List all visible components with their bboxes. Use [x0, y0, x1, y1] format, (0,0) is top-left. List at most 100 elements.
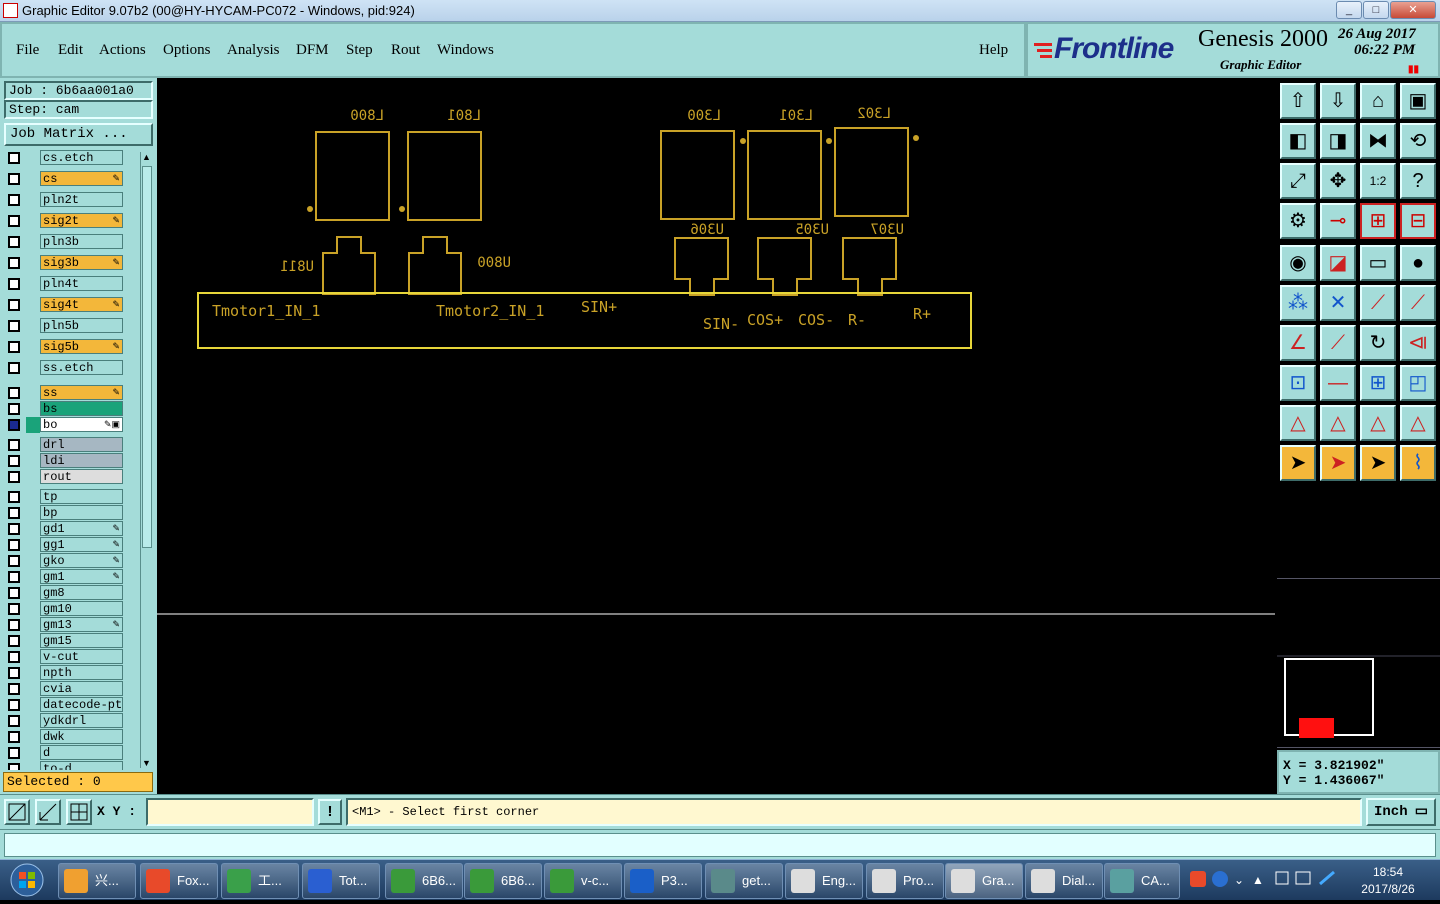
- help-tool-button[interactable]: ?: [1400, 163, 1436, 199]
- menu-analysis[interactable]: Analysis: [227, 42, 280, 59]
- layer-name[interactable]: cvia: [40, 681, 123, 696]
- layer-name[interactable]: npth: [40, 665, 123, 680]
- taskbar-item[interactable]: 6B6...: [464, 863, 542, 899]
- menu-options[interactable]: Options: [163, 42, 211, 59]
- unit-select[interactable]: Inch ▭: [1366, 798, 1436, 826]
- layer-checkbox[interactable]: [8, 619, 20, 631]
- layer-checkbox[interactable]: [8, 683, 20, 695]
- layer-row[interactable]: datecode-pt: [4, 697, 139, 713]
- taskbar-item[interactable]: Dial...: [1025, 863, 1103, 899]
- layer-checkbox[interactable]: [8, 299, 20, 311]
- split-tool-button[interactable]: ⧏: [1400, 325, 1436, 361]
- layer-name[interactable]: bo ✎▣: [40, 417, 123, 432]
- xy-input[interactable]: [146, 798, 314, 826]
- taskbar-item[interactable]: Tot...: [302, 863, 380, 899]
- layer-name[interactable]: pln5b: [40, 318, 123, 333]
- layer-checkbox[interactable]: [8, 763, 20, 770]
- layer-checkbox[interactable]: [8, 715, 20, 727]
- menu-step[interactable]: Step: [346, 42, 373, 59]
- layer-row[interactable]: bo ✎▣: [4, 417, 139, 433]
- layer-checkbox[interactable]: [8, 539, 20, 551]
- layer-row[interactable]: pln3b: [4, 234, 139, 250]
- menu-rout[interactable]: Rout: [391, 42, 420, 59]
- menu-help[interactable]: Help: [979, 42, 1008, 59]
- layer-row[interactable]: cs.etch: [4, 150, 139, 166]
- triangle-filled-tool-button[interactable]: △: [1320, 405, 1356, 441]
- layer-checkbox[interactable]: [8, 320, 20, 332]
- job-matrix-button[interactable]: Job Matrix ...: [4, 123, 153, 146]
- layer-checkbox[interactable]: [8, 555, 20, 567]
- layer-row[interactable]: gm15: [4, 633, 139, 649]
- layer-row[interactable]: v-cut: [4, 649, 139, 665]
- zoom-fit-button[interactable]: [4, 799, 30, 825]
- layer-name[interactable]: sig4t ✎: [40, 297, 123, 312]
- snap-right-tool-button[interactable]: ◨: [1320, 123, 1356, 159]
- group-tool-button[interactable]: ◰: [1400, 365, 1436, 401]
- clock[interactable]: 18:54 2017/8/26: [1352, 864, 1424, 898]
- layer-checkbox[interactable]: [8, 471, 20, 483]
- layer-name[interactable]: drl: [40, 437, 123, 452]
- snap-left-tool-button[interactable]: ◧: [1280, 123, 1316, 159]
- layer-row[interactable]: cvia: [4, 681, 139, 697]
- layer-name[interactable]: cs ✎: [40, 171, 123, 186]
- layer-checkbox[interactable]: [8, 699, 20, 711]
- taskbar-item[interactable]: Gra...: [945, 863, 1023, 899]
- layer-checkbox[interactable]: [8, 341, 20, 353]
- layer-name[interactable]: bp: [40, 505, 123, 520]
- taskbar-item[interactable]: v-c...: [544, 863, 622, 899]
- layer-checkbox[interactable]: [8, 173, 20, 185]
- taskbar-item[interactable]: P3...: [624, 863, 702, 899]
- layer-checkbox[interactable]: [8, 236, 20, 248]
- taskbar-item[interactable]: CA...: [1104, 863, 1180, 899]
- measure-tool-button[interactable]: ⊞: [1360, 365, 1396, 401]
- layer-row[interactable]: ldi: [4, 453, 139, 469]
- maximize-button[interactable]: □: [1363, 1, 1389, 19]
- layer-row[interactable]: pln5b: [4, 318, 139, 334]
- layer-checkbox[interactable]: [8, 731, 20, 743]
- layer-row[interactable]: gm10: [4, 601, 139, 617]
- layer-checkbox[interactable]: [8, 635, 20, 647]
- minimize-button[interactable]: _: [1336, 1, 1362, 19]
- layer-row[interactable]: ss.etch: [4, 360, 139, 376]
- line-tool-button[interactable]: ⟋: [1360, 285, 1396, 321]
- mirror-tool-button[interactable]: ⧓: [1360, 123, 1396, 159]
- layer-row[interactable]: gg1 ✎: [4, 537, 139, 553]
- cross-tool-button[interactable]: ✕: [1320, 285, 1356, 321]
- layer-name[interactable]: v-cut: [40, 649, 123, 664]
- layer-name[interactable]: gm10: [40, 601, 123, 616]
- taskbar-item[interactable]: get...: [705, 863, 783, 899]
- measure-button[interactable]: [35, 799, 61, 825]
- triangle-split-tool-button[interactable]: △: [1400, 405, 1436, 441]
- import-tool-button[interactable]: ⇩: [1320, 83, 1356, 119]
- layer-row[interactable]: drl: [4, 437, 139, 453]
- export-tool-button[interactable]: ⇧: [1280, 83, 1316, 119]
- overview-map[interactable]: [1277, 578, 1440, 748]
- pad-tool-button[interactable]: ◉: [1280, 245, 1316, 281]
- probe-tool-button[interactable]: ⊸: [1320, 203, 1356, 239]
- scroll-down-icon[interactable]: ▼: [142, 758, 151, 768]
- layer-row[interactable]: sig2t ✎: [4, 213, 139, 229]
- diagonal-tool-button[interactable]: ⟋: [1320, 325, 1356, 361]
- layer-checkbox[interactable]: [8, 651, 20, 663]
- menu-actions[interactable]: Actions: [99, 42, 146, 59]
- layer-name[interactable]: ss ✎: [40, 385, 123, 400]
- layer-name[interactable]: pln3b: [40, 234, 123, 249]
- layer-row[interactable]: gko ✎: [4, 553, 139, 569]
- layer-name[interactable]: ss.etch: [40, 360, 123, 375]
- layer-checkbox[interactable]: [8, 257, 20, 269]
- start-button[interactable]: [4, 861, 50, 899]
- layer-row[interactable]: rout: [4, 469, 139, 485]
- layer-row[interactable]: bs: [4, 401, 139, 417]
- alert-button[interactable]: !: [318, 799, 342, 825]
- layer-checkbox[interactable]: [8, 403, 20, 415]
- taskbar-item[interactable]: 6B6...: [385, 863, 463, 899]
- layer-name[interactable]: tp: [40, 489, 123, 504]
- shape-tool-button[interactable]: ◪: [1320, 245, 1356, 281]
- layer-checkbox[interactable]: [8, 278, 20, 290]
- menu-edit[interactable]: Edit: [58, 42, 83, 59]
- graphic-canvas[interactable]: L800 L801 L300 L301 L302 U306 U305 U307 …: [157, 78, 1277, 794]
- triangle-tool-button[interactable]: △: [1280, 405, 1316, 441]
- compare-tool-button[interactable]: ⊟: [1400, 203, 1436, 239]
- menu-windows[interactable]: Windows: [437, 42, 494, 59]
- layer-name[interactable]: sig5b ✎: [40, 339, 123, 354]
